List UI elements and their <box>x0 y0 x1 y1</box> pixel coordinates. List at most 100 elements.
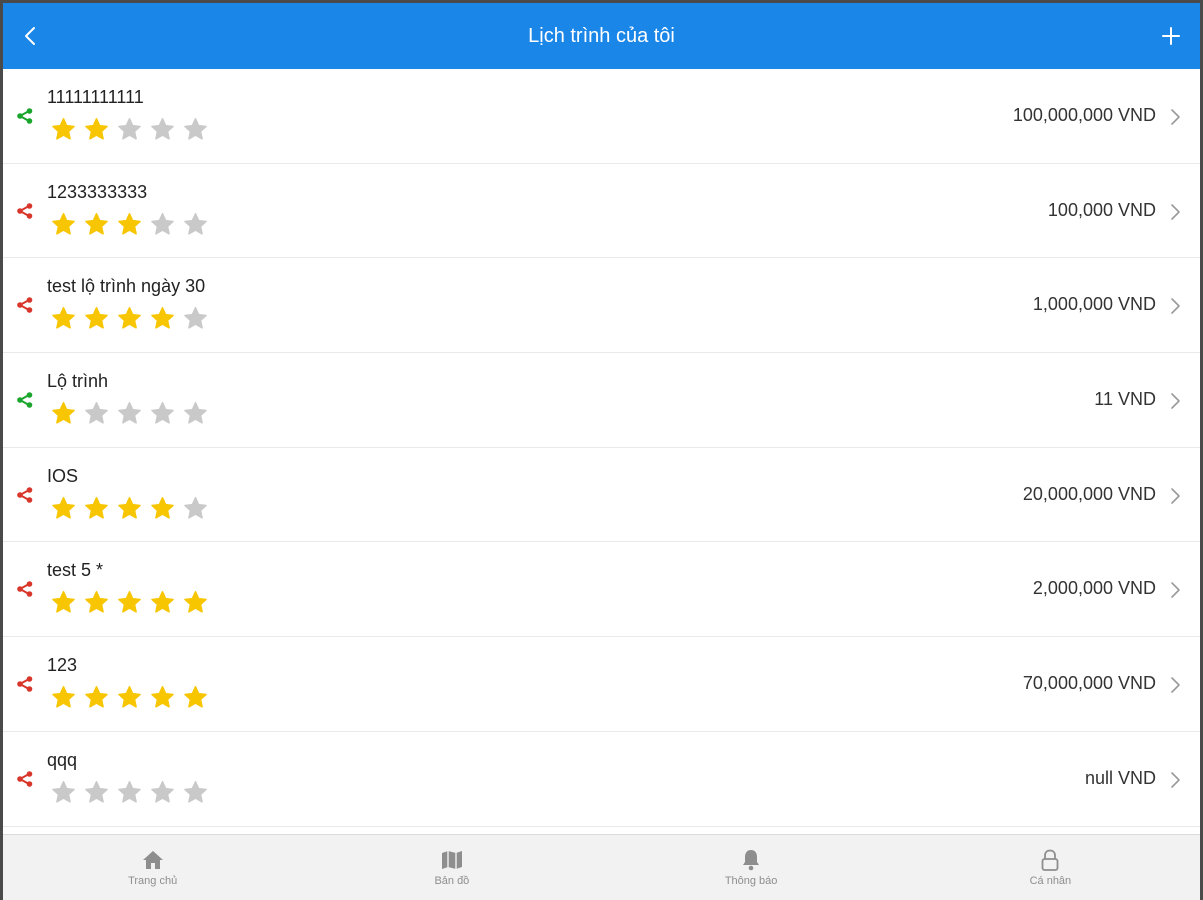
plus-icon <box>1162 27 1180 45</box>
star-filled-icon <box>85 212 108 235</box>
chevron-right-icon <box>1171 109 1180 125</box>
trip-row[interactable]: 123 70,000,000 VND <box>3 637 1200 732</box>
back-button[interactable] <box>15 21 45 51</box>
star-empty-icon <box>184 212 207 235</box>
chevron-left-icon <box>25 27 35 45</box>
tab-profile[interactable]: Cá nhân <box>901 835 1200 900</box>
trip-price: 1,000,000 VND <box>1032 294 1156 315</box>
star-rating <box>51 496 208 521</box>
star-empty-icon <box>118 780 141 803</box>
star-filled-icon <box>118 686 141 708</box>
share-icon[interactable] <box>16 486 34 504</box>
star-empty-icon <box>151 780 174 803</box>
trip-row[interactable]: test 5 * 2,000,000 VND <box>3 542 1200 638</box>
star-filled-icon <box>85 591 108 613</box>
share-icon[interactable] <box>16 580 34 598</box>
trip-name: 1233333333 <box>47 181 148 202</box>
trip-price: 20,000,000 VND <box>1022 483 1156 504</box>
trip-list: 11111111111 100,000,000 VND 1233333333 100,… <box>3 69 1200 834</box>
star-empty-icon <box>118 118 141 140</box>
home-icon <box>142 851 163 869</box>
star-filled-icon <box>118 496 141 519</box>
star-filled-icon <box>85 307 108 329</box>
trip-name: test lộ trình ngày 30 <box>47 276 206 297</box>
share-icon[interactable] <box>16 107 34 125</box>
trip-row[interactable]: test lộ trình ngày 30 1,000,000 VND <box>3 258 1200 354</box>
share-icon[interactable] <box>16 296 34 314</box>
star-filled-icon <box>151 496 174 519</box>
star-filled-icon <box>52 591 75 613</box>
tab-notifications-label: Thông báo <box>724 875 778 887</box>
trip-name: test 5 * <box>47 560 104 581</box>
trip-price: 100,000 VND <box>1047 199 1156 220</box>
star-empty-icon <box>118 402 141 424</box>
trip-row[interactable]: 1233333333 100,000 VND <box>3 164 1200 259</box>
trip-price: 70,000,000 VND <box>1022 673 1156 694</box>
add-trip-button[interactable] <box>1156 21 1186 51</box>
star-filled-icon <box>85 496 108 519</box>
trip-row[interactable]: IOS 20,000,000 VND <box>3 448 1200 543</box>
chevron-right-icon <box>1171 677 1180 693</box>
tab-home[interactable]: Trang chủ <box>3 835 302 900</box>
star-rating <box>51 780 208 805</box>
star-rating <box>51 590 208 615</box>
star-empty-icon <box>85 780 108 803</box>
star-empty-icon <box>151 402 174 424</box>
star-rating <box>51 212 208 237</box>
star-filled-icon <box>151 307 174 329</box>
chevron-right-icon <box>1171 772 1180 788</box>
share-icon[interactable] <box>16 391 34 409</box>
star-filled-icon <box>85 118 108 140</box>
chevron-right-icon <box>1171 298 1180 315</box>
share-icon[interactable] <box>16 202 34 220</box>
chevron-right-icon <box>1171 393 1180 409</box>
star-filled-icon <box>52 307 75 329</box>
star-empty-icon <box>184 118 207 140</box>
star-filled-icon <box>52 402 75 424</box>
tab-notifications[interactable]: Thông báo <box>602 835 901 900</box>
star-filled-icon <box>52 118 75 140</box>
star-filled-icon <box>52 496 75 519</box>
bottom-tab-bar: Trang chủ Bản đồ Thông báo Cá nhân <box>3 834 1200 900</box>
trip-row[interactable]: Lộ trình 11 VND <box>3 353 1200 448</box>
star-rating <box>51 685 208 710</box>
star-empty-icon <box>184 307 207 329</box>
trip-price: 11 VND <box>1094 389 1156 410</box>
share-icon[interactable] <box>16 675 34 693</box>
chevron-right-icon <box>1171 487 1180 504</box>
page-title: Lịch trình của tôi <box>528 24 675 47</box>
app-frame: Lịch trình của tôi 11111111111 100,000,00… <box>0 0 1203 900</box>
tab-profile-label: Cá nhân <box>1029 875 1072 887</box>
star-filled-icon <box>184 591 207 613</box>
lock-icon <box>1041 849 1059 871</box>
chevron-right-icon <box>1171 582 1180 599</box>
star-filled-icon <box>118 591 141 613</box>
tab-home-label: Trang chủ <box>128 875 178 887</box>
trip-name: IOS <box>47 465 79 486</box>
tab-map[interactable]: Bản đồ <box>302 835 601 900</box>
star-filled-icon <box>85 686 108 708</box>
star-empty-icon <box>85 402 108 424</box>
star-empty-icon <box>151 212 174 235</box>
tab-map-label: Bản đồ <box>434 875 470 887</box>
app-header: Lịch trình của tôi <box>3 3 1200 69</box>
star-empty-icon <box>52 780 75 803</box>
trip-name: Lộ trình <box>47 371 109 392</box>
share-icon[interactable] <box>16 770 34 788</box>
star-filled-icon <box>118 212 141 235</box>
star-rating <box>51 306 208 331</box>
trip-row[interactable]: 11111111111 100,000,000 VND <box>3 69 1200 164</box>
star-filled-icon <box>184 686 207 708</box>
trip-row[interactable]: qqq null VND <box>3 732 1200 827</box>
trip-name: qqq <box>47 749 78 770</box>
star-rating <box>51 117 208 142</box>
trip-name: 11111111111 <box>47 87 144 107</box>
star-filled-icon <box>151 591 174 613</box>
star-empty-icon <box>184 496 207 519</box>
trip-price: 100,000,000 VND <box>1012 105 1156 125</box>
star-filled-icon <box>118 307 141 329</box>
trip-price: null VND <box>1084 767 1156 788</box>
star-empty-icon <box>184 780 207 803</box>
trip-name: 123 <box>47 655 78 676</box>
star-empty-icon <box>151 118 174 140</box>
